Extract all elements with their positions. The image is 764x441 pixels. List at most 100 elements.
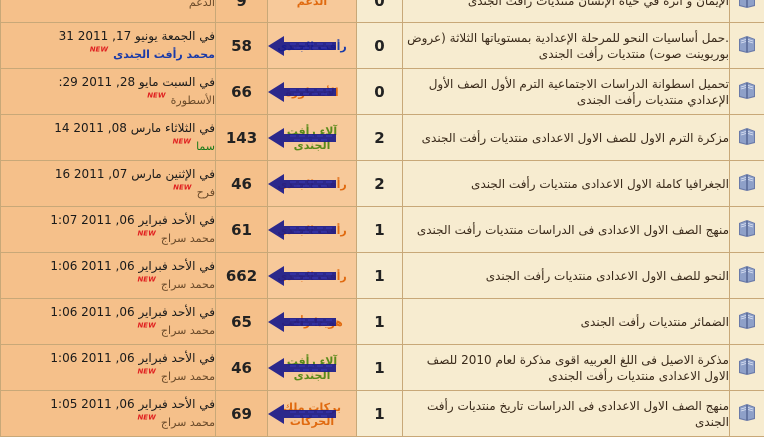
topic-icon-cell [729, 344, 764, 391]
replies-count: 1 [356, 298, 403, 345]
replies-count: 2 [356, 160, 403, 207]
topic-title-link[interactable]: تحميل اسطوانة الدراسات الاجتماعية الترم … [429, 77, 729, 107]
new-badge: NEW [137, 321, 156, 330]
topic-title-link[interactable]: منهج الصف الاول الاعدادى فى الدراسات تار… [427, 399, 729, 429]
last-poster-name[interactable]: محمد سراج [161, 278, 215, 291]
topic-row: الدعم NEW9الدعم0الإيمان و أثره في حياة ا… [0, 0, 764, 23]
views-count: 61 [215, 206, 268, 253]
topic-row: في الجمعة يونيو 17, 2011 31 محمد رأفت الج… [0, 22, 764, 69]
topic-title-cell: منهج الصف الاول الاعدادى فى الدراسات منت… [402, 206, 730, 253]
topic-title-link[interactable]: منهج الصف الاول الاعدادى فى الدراسات منت… [417, 223, 729, 237]
topic-icon-cell [729, 206, 764, 253]
author-name[interactable]: آلاء رأفت الجندى [287, 125, 337, 152]
last-poster-name[interactable]: سما [196, 140, 214, 153]
author-name[interactable]: رأفت الجندى [277, 224, 347, 237]
last-post-cell: في الأحد فبراير 06, 2011 1:06 محمد سراج N… [0, 252, 216, 299]
views-count: 46 [215, 160, 268, 207]
topic-title-link[interactable]: مزكرة الترم الاول للصف الاول الاعدادى من… [422, 131, 729, 145]
last-poster-name[interactable]: محمد سراج [161, 416, 215, 429]
replies-count: 0 [356, 68, 403, 115]
book-icon [737, 127, 757, 149]
last-poster-name[interactable]: الدعم [189, 0, 215, 9]
book-icon [737, 265, 757, 287]
views-count: 69 [215, 390, 268, 437]
author-cell: رأفت الجندى [267, 22, 357, 69]
topic-title-link[interactable]: .حمل أساسيات النحو للمرحلة الإعدادية بمس… [407, 31, 728, 61]
last-poster-name[interactable]: الأسطورة [171, 94, 215, 107]
author-name[interactable]: الأسطورة [285, 86, 338, 99]
topic-title-link[interactable]: الضمائر منتديات رأفت الجندى [581, 315, 729, 329]
last-post-cell: في الأحد فبراير 06, 2011 1:06 محمد سراج N… [0, 298, 216, 345]
replies-count: 1 [356, 252, 403, 299]
new-badge: NEW [172, 137, 191, 146]
last-post-date[interactable]: في الأحد فبراير 06, 2011 1:06 [2, 259, 214, 273]
last-post-cell: في الأحد فبراير 06, 2011 1:07 محمد سراج N… [0, 206, 216, 253]
last-post-date[interactable]: في السبت مايو 28, 2011 29: [2, 75, 214, 89]
last-poster-name[interactable]: فرح [197, 186, 215, 199]
last-post-date[interactable]: في الأحد فبراير 06, 2011 1:06 [2, 351, 214, 365]
topic-row: في الأحد فبراير 06, 2011 1:06 محمد سراج N… [0, 252, 764, 299]
author-cell: بركات ملك الحركات [267, 390, 357, 437]
topic-title-cell: الإيمان و أثره في حياة الإنسان منتديات ر… [402, 0, 730, 23]
replies-count: 0 [356, 0, 403, 23]
last-post-cell: في الجمعة يونيو 17, 2011 31 محمد رأفت الج… [0, 22, 216, 69]
topic-title-cell: مذكرة الاصيل فى اللغ العربيه اقوى مذكرة … [402, 344, 730, 391]
last-post-cell: الدعم NEW [0, 0, 216, 23]
new-badge: NEW [147, 91, 166, 100]
new-badge: NEW [137, 367, 156, 376]
views-count: 662 [215, 252, 268, 299]
author-name[interactable]: هويدا رأفت [281, 316, 343, 329]
last-poster-name[interactable]: محمد سراج [161, 232, 215, 245]
new-badge: NEW [165, 0, 183, 2]
topic-title-cell: مزكرة الترم الاول للصف الاول الاعدادى من… [402, 114, 730, 161]
topic-title-cell: الضمائر منتديات رأفت الجندى [402, 298, 730, 345]
author-cell: آلاء رأفت الجندى [267, 114, 357, 161]
new-badge: NEW [137, 413, 156, 422]
topic-row: في الأحد فبراير 06, 2011 1:05 محمد سراج N… [0, 390, 764, 437]
book-icon [737, 219, 757, 241]
replies-count: 2 [356, 114, 403, 161]
last-post-date[interactable]: في الثلاثاء مارس 08, 2011 14 [2, 121, 214, 135]
author-cell: آلاء رأفت الجندى [267, 344, 357, 391]
topic-icon-cell [729, 160, 764, 207]
last-post-cell: في الثلاثاء مارس 08, 2011 14 سما NEW [0, 114, 216, 161]
author-cell: رأفت الجندى [267, 160, 357, 207]
replies-count: 1 [356, 390, 403, 437]
topic-icon-cell [729, 114, 764, 161]
topic-icon-cell [729, 22, 764, 69]
last-post-date[interactable]: في الأحد فبراير 06, 2011 1:05 [2, 397, 214, 411]
topic-title-cell: .حمل أساسيات النحو للمرحلة الإعدادية بمس… [402, 22, 730, 69]
views-count: 143 [215, 114, 268, 161]
last-poster-name[interactable]: محمد سراج [161, 324, 215, 337]
new-badge: NEW [137, 275, 156, 284]
author-cell: رأفت الجندى [267, 206, 357, 253]
topic-title-link[interactable]: النحو للصف الاول الاعدادى منتديات رأفت ا… [486, 269, 729, 283]
book-icon [737, 173, 757, 195]
author-name[interactable]: بركات ملك الحركات [283, 401, 341, 428]
topic-row: في الأحد فبراير 06, 2011 1:06 محمد سراج N… [0, 298, 764, 345]
author-name[interactable]: رأفت الجندى [277, 40, 347, 53]
last-post-date[interactable]: في الأحد فبراير 06, 2011 1:06 [2, 305, 214, 319]
last-post-cell: في الإثنين مارس 07, 2011 16 فرح NEW [0, 160, 216, 207]
topic-icon-cell [729, 298, 764, 345]
replies-count: 1 [356, 344, 403, 391]
topic-title-link[interactable]: الإيمان و أثره في حياة الإنسان منتديات ر… [468, 0, 729, 8]
topics-table: الدعم NEW9الدعم0الإيمان و أثره في حياة ا… [0, 0, 764, 437]
views-count: 65 [215, 298, 268, 345]
author-name[interactable]: آلاء رأفت الجندى [287, 355, 337, 382]
last-post-date[interactable]: في الجمعة يونيو 17, 2011 31 [2, 29, 215, 43]
book-icon [737, 0, 757, 12]
new-badge: NEW [89, 45, 109, 54]
topic-title-link[interactable]: مذكرة الاصيل فى اللغ العربيه اقوى مذكرة … [427, 353, 729, 383]
last-post-date[interactable]: في الإثنين مارس 07, 2011 16 [2, 167, 215, 181]
topic-title-cell: النحو للصف الاول الاعدادى منتديات رأفت ا… [402, 252, 730, 299]
author-name[interactable]: الدعم [297, 0, 327, 8]
author-name[interactable]: رأفت الجندى [277, 270, 347, 283]
last-post-date[interactable]: في الأحد فبراير 06, 2011 1:07 [2, 213, 214, 227]
topic-title-link[interactable]: الجغرافيا كاملة الاول الاعدادى منتديات ر… [471, 177, 728, 191]
last-poster-name[interactable]: محمد سراج [161, 370, 215, 383]
last-poster-name[interactable]: محمد رأفت الجندى [113, 48, 214, 61]
author-name[interactable]: رأفت الجندى [277, 178, 347, 191]
views-count: 9 [215, 0, 268, 23]
replies-count: 0 [356, 22, 403, 69]
